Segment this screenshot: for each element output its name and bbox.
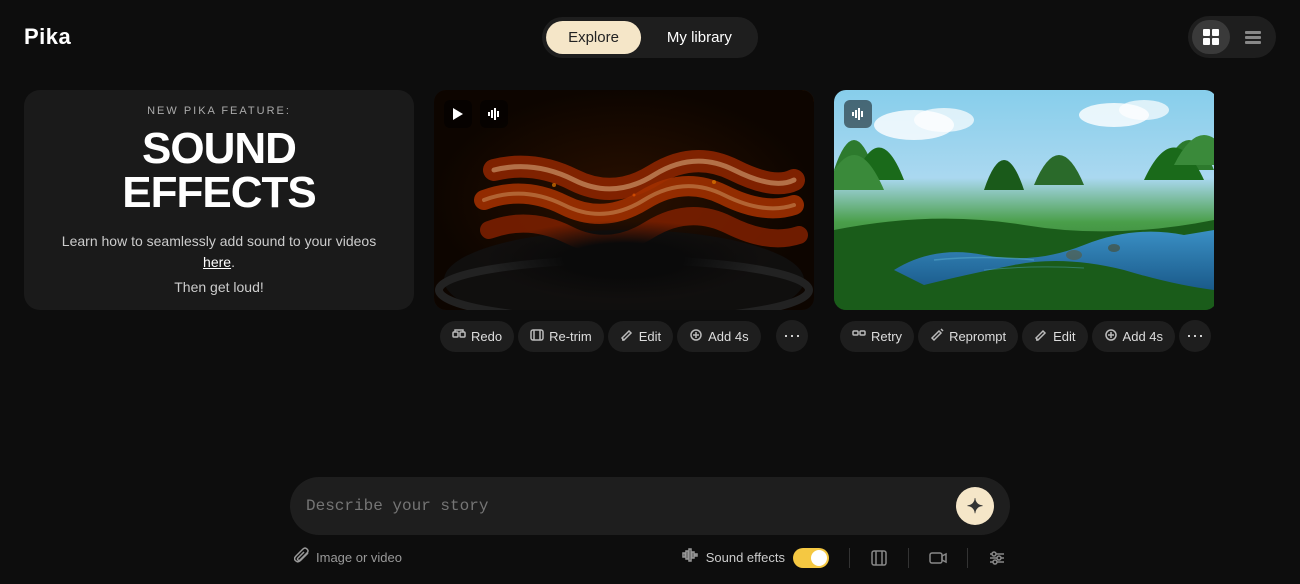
video2-more-button[interactable]: ⋯ xyxy=(1179,320,1211,352)
header: Pika Explore My library xyxy=(0,0,1300,74)
promo-tagline: Then get loud! xyxy=(174,279,264,295)
redo-button[interactable]: Redo xyxy=(440,321,514,352)
reprompt-button[interactable]: Reprompt xyxy=(918,321,1018,352)
video2-actions: Retry Reprompt xyxy=(834,310,1217,358)
settings-button[interactable] xyxy=(988,549,1006,567)
attach-label: Image or video xyxy=(316,550,402,565)
prompt-input[interactable] xyxy=(306,497,956,515)
video1-overlay-icons xyxy=(444,100,508,128)
video-thumbnail-2 xyxy=(834,90,1214,310)
video1-more-button[interactable]: ⋯ xyxy=(776,320,808,352)
video2-sound-icon xyxy=(844,100,872,128)
explore-tab[interactable]: Explore xyxy=(546,21,641,54)
promo-title: SOUND EFFECTS xyxy=(52,127,386,215)
video-card-2: Retry Reprompt xyxy=(834,90,1217,358)
video1-actions: Redo Re-trim xyxy=(434,310,814,358)
list-view-button[interactable] xyxy=(1234,20,1272,54)
video2-add4s-button[interactable]: Add 4s xyxy=(1092,321,1175,352)
video2-edit-button[interactable]: Edit xyxy=(1022,321,1087,352)
video-card-1: Redo Re-trim xyxy=(434,90,814,358)
divider-1 xyxy=(849,548,850,568)
promo-card: NEW PIKA FEATURE: SOUND EFFECTS Learn ho… xyxy=(24,90,414,310)
content-area: NEW PIKA FEATURE: SOUND EFFECTS Learn ho… xyxy=(0,74,1300,374)
camera-button[interactable] xyxy=(929,549,947,567)
redo-icon xyxy=(452,328,466,345)
library-tab[interactable]: My library xyxy=(645,21,754,54)
retrim-button[interactable]: Re-trim xyxy=(518,321,604,352)
divider-3 xyxy=(967,548,968,568)
sound-effects-toggle[interactable] xyxy=(793,548,829,568)
retry-button[interactable]: Retry xyxy=(840,321,914,352)
prompt-submit-button[interactable]: ✦ xyxy=(956,487,994,525)
video2-add4s-icon xyxy=(1104,328,1118,345)
bottom-bar: ✦ Image or video Sound effects xyxy=(0,465,1300,584)
add4s-icon xyxy=(689,328,703,345)
sound-effects-group: Sound effects xyxy=(682,547,829,568)
grid-view-button[interactable] xyxy=(1192,20,1230,54)
view-toggles xyxy=(1188,16,1276,58)
attach-icon xyxy=(294,547,310,568)
prompt-container: ✦ xyxy=(290,477,1010,535)
video1-play-icon xyxy=(444,100,472,128)
promo-description: Learn how to seamlessly add sound to you… xyxy=(52,231,386,273)
promo-subtitle: NEW PIKA FEATURE: xyxy=(147,105,291,117)
sound-effects-icon xyxy=(682,547,698,568)
nav-tabs: Explore My library xyxy=(542,17,758,58)
sound-effects-label: Sound effects xyxy=(706,550,785,565)
retry-icon xyxy=(852,328,866,345)
expand-button[interactable] xyxy=(870,549,888,567)
reprompt-icon xyxy=(930,328,944,345)
attach-button[interactable]: Image or video xyxy=(294,547,402,568)
video1-add4s-button[interactable]: Add 4s xyxy=(677,321,760,352)
edit-icon xyxy=(620,328,634,345)
video2-edit-icon xyxy=(1034,328,1048,345)
videos-row: Redo Re-trim xyxy=(434,90,1217,358)
video1-sound-icon xyxy=(480,100,508,128)
video2-overlay-icons xyxy=(844,100,872,128)
video1-edit-button[interactable]: Edit xyxy=(608,321,673,352)
promo-link[interactable]: here xyxy=(203,254,231,270)
bottom-tools: Image or video Sound effects xyxy=(290,547,1010,568)
divider-2 xyxy=(908,548,909,568)
retrim-icon xyxy=(530,328,544,345)
app-logo: Pika xyxy=(24,24,71,50)
